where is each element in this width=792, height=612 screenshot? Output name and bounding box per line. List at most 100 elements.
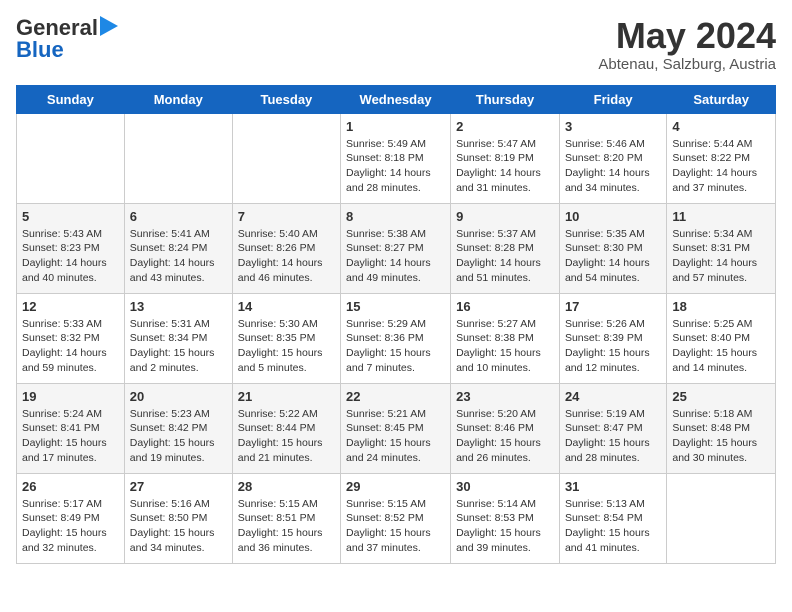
day-number: 19 bbox=[22, 389, 119, 404]
day-number: 27 bbox=[130, 479, 227, 494]
table-row: 24 Sunrise: 5:19 AMSunset: 8:47 PMDayligh… bbox=[559, 383, 666, 473]
day-info: Sunrise: 5:37 AMSunset: 8:28 PMDaylight:… bbox=[456, 227, 554, 286]
day-number: 8 bbox=[346, 209, 445, 224]
day-number: 24 bbox=[565, 389, 661, 404]
table-row: 19 Sunrise: 5:24 AMSunset: 8:41 PMDayligh… bbox=[17, 383, 125, 473]
table-row: 6 Sunrise: 5:41 AMSunset: 8:24 PMDaylight… bbox=[124, 203, 232, 293]
logo-arrow-icon bbox=[100, 16, 118, 36]
table-row: 9 Sunrise: 5:37 AMSunset: 8:28 PMDaylight… bbox=[451, 203, 560, 293]
table-row: 15 Sunrise: 5:29 AMSunset: 8:36 PMDayligh… bbox=[341, 293, 451, 383]
day-info: Sunrise: 5:15 AMSunset: 8:52 PMDaylight:… bbox=[346, 497, 445, 556]
day-number: 5 bbox=[22, 209, 119, 224]
day-info: Sunrise: 5:40 AMSunset: 8:26 PMDaylight:… bbox=[238, 227, 335, 286]
day-info: Sunrise: 5:13 AMSunset: 8:54 PMDaylight:… bbox=[565, 497, 661, 556]
day-number: 11 bbox=[672, 209, 770, 224]
table-row: 29 Sunrise: 5:15 AMSunset: 8:52 PMDayligh… bbox=[341, 473, 451, 563]
day-number: 20 bbox=[130, 389, 227, 404]
col-saturday: Saturday bbox=[667, 85, 776, 113]
table-row: 11 Sunrise: 5:34 AMSunset: 8:31 PMDayligh… bbox=[667, 203, 776, 293]
day-number: 16 bbox=[456, 299, 554, 314]
day-number: 4 bbox=[672, 119, 770, 134]
table-row: 17 Sunrise: 5:26 AMSunset: 8:39 PMDayligh… bbox=[559, 293, 666, 383]
day-info: Sunrise: 5:24 AMSunset: 8:41 PMDaylight:… bbox=[22, 407, 119, 466]
day-number: 31 bbox=[565, 479, 661, 494]
location: Abtenau, Salzburg, Austria bbox=[598, 56, 776, 73]
table-row: 21 Sunrise: 5:22 AMSunset: 8:44 PMDayligh… bbox=[232, 383, 340, 473]
day-info: Sunrise: 5:19 AMSunset: 8:47 PMDaylight:… bbox=[565, 407, 661, 466]
day-number: 10 bbox=[565, 209, 661, 224]
day-info: Sunrise: 5:26 AMSunset: 8:39 PMDaylight:… bbox=[565, 317, 661, 376]
day-number: 25 bbox=[672, 389, 770, 404]
day-info: Sunrise: 5:17 AMSunset: 8:49 PMDaylight:… bbox=[22, 497, 119, 556]
day-info: Sunrise: 5:38 AMSunset: 8:27 PMDaylight:… bbox=[346, 227, 445, 286]
day-number: 1 bbox=[346, 119, 445, 134]
table-row: 1Sunrise: 5:49 AMSunset: 8:18 PMDaylight… bbox=[341, 113, 451, 203]
calendar-table: Sunday Monday Tuesday Wednesday Thursday… bbox=[16, 85, 776, 564]
day-info: Sunrise: 5:21 AMSunset: 8:45 PMDaylight:… bbox=[346, 407, 445, 466]
day-number: 29 bbox=[346, 479, 445, 494]
day-info: Sunrise: 5:16 AMSunset: 8:50 PMDaylight:… bbox=[130, 497, 227, 556]
calendar-week-row: 1Sunrise: 5:49 AMSunset: 8:18 PMDaylight… bbox=[17, 113, 776, 203]
table-row: 10 Sunrise: 5:35 AMSunset: 8:30 PMDayligh… bbox=[559, 203, 666, 293]
table-row: 2 Sunrise: 5:47 AMSunset: 8:19 PMDaylight… bbox=[451, 113, 560, 203]
table-row: 5 Sunrise: 5:43 AMSunset: 8:23 PMDaylight… bbox=[17, 203, 125, 293]
day-info: Sunrise: 5:22 AMSunset: 8:44 PMDaylight:… bbox=[238, 407, 335, 466]
table-row: 28 Sunrise: 5:15 AMSunset: 8:51 PMDayligh… bbox=[232, 473, 340, 563]
day-info: Sunrise: 5:31 AMSunset: 8:34 PMDaylight:… bbox=[130, 317, 227, 376]
table-row: 31 Sunrise: 5:13 AMSunset: 8:54 PMDayligh… bbox=[559, 473, 666, 563]
col-monday: Monday bbox=[124, 85, 232, 113]
day-info: Sunrise: 5:15 AMSunset: 8:51 PMDaylight:… bbox=[238, 497, 335, 556]
day-number: 12 bbox=[22, 299, 119, 314]
table-row: 25 Sunrise: 5:18 AMSunset: 8:48 PMDayligh… bbox=[667, 383, 776, 473]
day-number: 7 bbox=[238, 209, 335, 224]
table-row: 16Sunrise: 5:27 AMSunset: 8:38 PMDayligh… bbox=[451, 293, 560, 383]
col-friday: Friday bbox=[559, 85, 666, 113]
table-row: 13Sunrise: 5:31 AMSunset: 8:34 PMDayligh… bbox=[124, 293, 232, 383]
day-number: 3 bbox=[565, 119, 661, 134]
day-number: 21 bbox=[238, 389, 335, 404]
day-number: 23 bbox=[456, 389, 554, 404]
table-row: 20 Sunrise: 5:23 AMSunset: 8:42 PMDayligh… bbox=[124, 383, 232, 473]
day-info: Sunrise: 5:23 AMSunset: 8:42 PMDaylight:… bbox=[130, 407, 227, 466]
table-row: 18Sunrise: 5:25 AMSunset: 8:40 PMDayligh… bbox=[667, 293, 776, 383]
day-number: 9 bbox=[456, 209, 554, 224]
col-thursday: Thursday bbox=[451, 85, 560, 113]
table-row: 26Sunrise: 5:17 AMSunset: 8:49 PMDayligh… bbox=[17, 473, 125, 563]
month-title: May 2024 bbox=[598, 16, 776, 56]
day-info: Sunrise: 5:18 AMSunset: 8:48 PMDaylight:… bbox=[672, 407, 770, 466]
calendar-week-row: 26Sunrise: 5:17 AMSunset: 8:49 PMDayligh… bbox=[17, 473, 776, 563]
day-info: Sunrise: 5:30 AMSunset: 8:35 PMDaylight:… bbox=[238, 317, 335, 376]
table-row: 30 Sunrise: 5:14 AMSunset: 8:53 PMDayligh… bbox=[451, 473, 560, 563]
calendar-week-row: 19 Sunrise: 5:24 AMSunset: 8:41 PMDayligh… bbox=[17, 383, 776, 473]
day-info: Sunrise: 5:35 AMSunset: 8:30 PMDaylight:… bbox=[565, 227, 661, 286]
day-info: Sunrise: 5:25 AMSunset: 8:40 PMDaylight:… bbox=[672, 317, 770, 376]
day-info: Sunrise: 5:34 AMSunset: 8:31 PMDaylight:… bbox=[672, 227, 770, 286]
table-row: 12Sunrise: 5:33 AMSunset: 8:32 PMDayligh… bbox=[17, 293, 125, 383]
day-info: Sunrise: 5:47 AMSunset: 8:19 PMDaylight:… bbox=[456, 137, 554, 196]
table-row bbox=[17, 113, 125, 203]
table-row: 22Sunrise: 5:21 AMSunset: 8:45 PMDayligh… bbox=[341, 383, 451, 473]
day-info: Sunrise: 5:43 AMSunset: 8:23 PMDaylight:… bbox=[22, 227, 119, 286]
calendar-week-row: 12Sunrise: 5:33 AMSunset: 8:32 PMDayligh… bbox=[17, 293, 776, 383]
col-sunday: Sunday bbox=[17, 85, 125, 113]
day-info: Sunrise: 5:29 AMSunset: 8:36 PMDaylight:… bbox=[346, 317, 445, 376]
calendar-header-row: Sunday Monday Tuesday Wednesday Thursday… bbox=[17, 85, 776, 113]
day-number: 14 bbox=[238, 299, 335, 314]
day-number: 6 bbox=[130, 209, 227, 224]
table-row: 4 Sunrise: 5:44 AMSunset: 8:22 PMDaylight… bbox=[667, 113, 776, 203]
day-info: Sunrise: 5:41 AMSunset: 8:24 PMDaylight:… bbox=[130, 227, 227, 286]
day-number: 2 bbox=[456, 119, 554, 134]
page-header: General Blue May 2024 Abtenau, Salzburg,… bbox=[16, 16, 776, 73]
day-number: 30 bbox=[456, 479, 554, 494]
day-number: 15 bbox=[346, 299, 445, 314]
day-info: Sunrise: 5:14 AMSunset: 8:53 PMDaylight:… bbox=[456, 497, 554, 556]
table-row: 14 Sunrise: 5:30 AMSunset: 8:35 PMDayligh… bbox=[232, 293, 340, 383]
table-row: 23Sunrise: 5:20 AMSunset: 8:46 PMDayligh… bbox=[451, 383, 560, 473]
title-section: May 2024 Abtenau, Salzburg, Austria bbox=[598, 16, 776, 73]
day-number: 17 bbox=[565, 299, 661, 314]
table-row bbox=[667, 473, 776, 563]
day-info: Sunrise: 5:44 AMSunset: 8:22 PMDaylight:… bbox=[672, 137, 770, 196]
day-info: Sunrise: 5:46 AMSunset: 8:20 PMDaylight:… bbox=[565, 137, 661, 196]
day-number: 28 bbox=[238, 479, 335, 494]
table-row: 27 Sunrise: 5:16 AMSunset: 8:50 PMDayligh… bbox=[124, 473, 232, 563]
